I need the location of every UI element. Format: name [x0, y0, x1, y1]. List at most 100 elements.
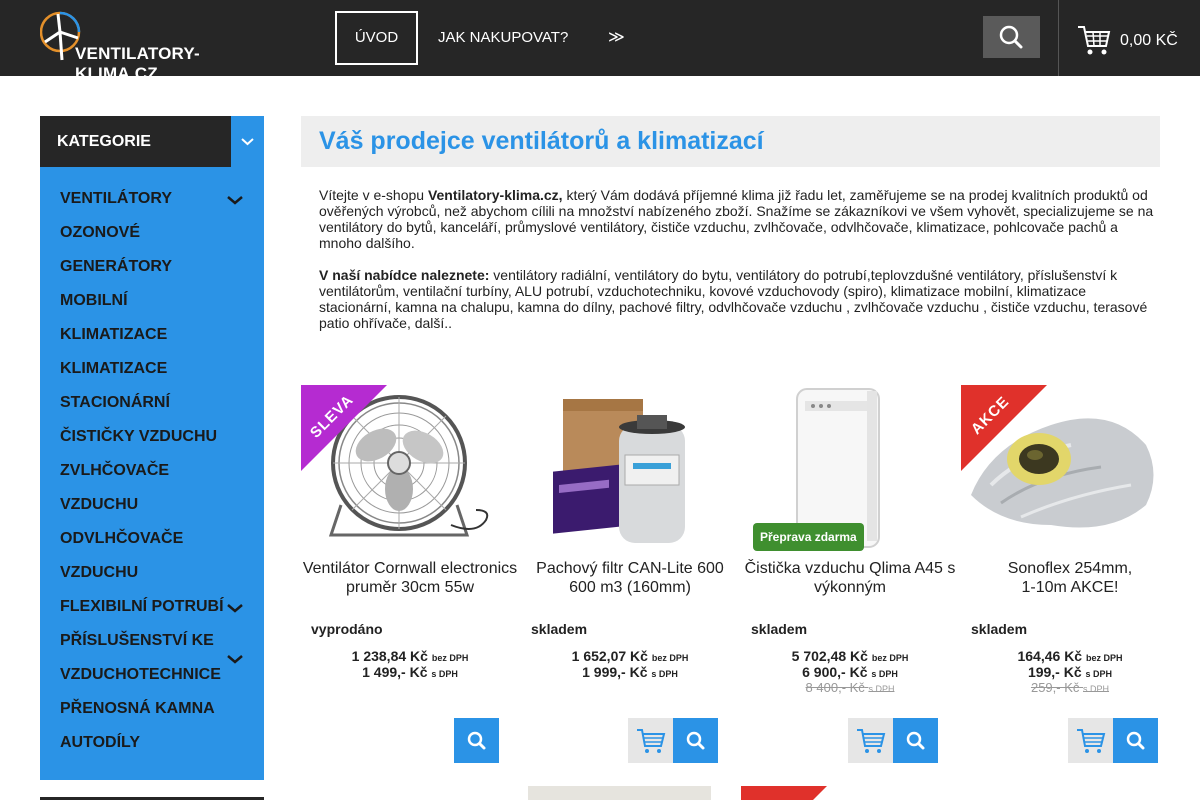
sidebar-item-klimatizace-2[interactable]: KLIMATIZACE — [60, 360, 167, 378]
price-inc-vat: 6 900,- Kč s DPH — [741, 664, 959, 680]
add-to-cart-button[interactable] — [628, 718, 673, 763]
next-row-ribbon — [741, 786, 827, 800]
product-name-text: Sonoflex 254mm, 1-10m AKCE! — [1007, 560, 1133, 596]
product-name[interactable]: Sonoflex 254mm, 1-10m AKCE! — [961, 559, 1179, 597]
search-icon — [906, 731, 925, 750]
price-ex-note: bez DPH — [431, 653, 469, 663]
sidebar-item-vzduchotechnice[interactable]: VZDUCHOTECHNICE — [60, 666, 221, 684]
search-button[interactable] — [983, 16, 1040, 58]
price-ex-note: bez DPH — [871, 653, 909, 663]
site-header: VENTILATORY-KLIMA.CZ ÚVOD JAK NAKUPOVAT?… — [0, 0, 1200, 83]
chevron-down-icon — [241, 138, 254, 146]
price-inc-vat: 1 499,- Kč s DPH — [301, 664, 519, 680]
product-card: Pachový filtr CAN-Lite 600 600 m3 (160mm… — [521, 385, 741, 765]
price-inc-note: s DPH — [651, 669, 678, 679]
intro-paragraph-2: V naší nabídce naleznete: ventilátory ra… — [319, 267, 1154, 331]
price-inc-value: 1 999,- Kč — [582, 664, 648, 680]
category-heading[interactable]: KATEGORIE — [40, 116, 231, 167]
search-icon — [467, 731, 486, 750]
nav-uvod[interactable]: ÚVOD — [335, 11, 418, 65]
product-name[interactable]: Pachový filtr CAN-Lite 600 600 m3 (160mm… — [521, 559, 739, 597]
price-ex-value: 164,46 Kč — [1017, 648, 1083, 664]
intro-p2-bold: V naší nabídce naleznete: — [319, 267, 490, 283]
sidebar-item-stacionarni[interactable]: STACIONÁRNÍ — [60, 394, 170, 412]
intro-paragraph-1: Vítejte v e-shopu Ventilatory-klima.cz, … — [319, 187, 1154, 251]
product-name[interactable]: Čistička vzduchu Qlima A45 s výkonným — [741, 559, 959, 597]
price-inc-note: s DPH — [431, 669, 458, 679]
detail-button[interactable] — [893, 718, 938, 763]
price-ex-value: 5 702,48 Kč — [791, 648, 868, 664]
next-row-product-image[interactable] — [528, 786, 711, 800]
detail-button[interactable] — [1113, 718, 1158, 763]
sidebar-item-prislusenstvi[interactable]: PŘÍSLUŠENSTVÍ KE — [60, 632, 214, 650]
cart-total[interactable]: 0,00 KČ — [1120, 32, 1178, 50]
price-ex-value: 1 238,84 Kč — [351, 648, 428, 664]
product-stock: skladem — [971, 621, 1028, 637]
sidebar-item-prenosna-kamna[interactable]: PŘENOSNÁ KAMNA — [60, 700, 215, 718]
logo-text: VENTILATORY-KLIMA.CZ — [75, 44, 200, 83]
sidebar-item-mobilni[interactable]: MOBILNÍ — [60, 292, 128, 310]
product-stock: skladem — [531, 621, 588, 637]
product-card: Přeprava zdarma Čistička vzduchu Qlima A… — [741, 385, 961, 765]
product-stock: vyprodáno — [311, 621, 383, 637]
price-inc-value: 199,- Kč — [1027, 664, 1082, 680]
search-icon — [686, 731, 705, 750]
page-title: Váš prodejce ventilátorů a klimatizací — [319, 127, 764, 155]
nav-jak-nakupovat[interactable]: JAK NAKUPOVAT? — [438, 11, 568, 65]
price-inc-value: 1 499,- Kč — [362, 664, 428, 680]
product-card: SLEVA Ventilátor Cornwall electronics pr… — [301, 385, 521, 765]
sidebar-item-odvlhcovace[interactable]: ODVLHČOVAČE — [60, 530, 183, 548]
price-inc-vat: 199,- Kč s DPH — [961, 664, 1179, 680]
sidebar-item-autodily[interactable]: AUTODÍLY — [60, 734, 140, 752]
sidebar-item-vzduchu-2[interactable]: VZDUCHU — [60, 564, 138, 582]
sidebar-item-vzduchu-1[interactable]: VZDUCHU — [60, 496, 138, 514]
header-divider — [1058, 0, 1059, 76]
cart-icon — [857, 729, 886, 753]
product-image-filter[interactable] — [521, 385, 721, 551]
price-ex-vat: 1 652,07 Kč bez DPH — [521, 648, 739, 664]
price-inc-value: 6 900,- Kč — [802, 664, 868, 680]
sidebar-item-generatory[interactable]: GENERÁTORY — [60, 258, 172, 276]
add-to-cart-button[interactable] — [1068, 718, 1113, 763]
product-name[interactable]: Ventilátor Cornwall electronics pruměr 3… — [301, 559, 519, 597]
sidebar-item-ventilatory[interactable]: VENTILÁTORY — [60, 190, 172, 208]
product-stock: skladem — [751, 621, 808, 637]
price-inc-note: s DPH — [871, 669, 898, 679]
price-ex-vat: 1 238,84 Kč bez DPH — [301, 648, 519, 664]
price-inc-note: s DPH — [1085, 669, 1113, 679]
price-inc-vat: 1 999,- Kč s DPH — [521, 664, 739, 680]
chevron-down-icon[interactable] — [226, 602, 244, 614]
sidebar-item-flexibilni-potrubi[interactable]: FLEXIBILNÍ POTRUBÍ — [60, 598, 224, 616]
chevron-down-icon[interactable] — [226, 653, 244, 665]
nav-more[interactable]: ≫ — [608, 11, 625, 65]
search-icon — [999, 25, 1023, 49]
sidebar-item-klimatizace-1[interactable]: KLIMATIZACE — [60, 326, 167, 344]
site-logo[interactable]: VENTILATORY-KLIMA.CZ — [39, 10, 280, 83]
category-toggle[interactable] — [231, 116, 264, 167]
price-ex-note: bez DPH — [1085, 653, 1123, 663]
price-old-note: s DPH — [1083, 684, 1110, 694]
cart-icon — [1077, 729, 1106, 753]
sidebar-item-zvlhcovace[interactable]: ZVLHČOVAČE — [60, 462, 169, 480]
price-ex-value: 1 652,07 Kč — [571, 648, 648, 664]
cart-icon — [637, 729, 666, 753]
detail-button[interactable] — [454, 718, 499, 763]
ribbon-sleva: SLEVA — [301, 385, 387, 471]
intro-p1-pre: Vítejte v e-shopu — [319, 187, 428, 203]
price-ex-vat: 164,46 Kč bez DPH — [961, 648, 1179, 664]
add-to-cart-button[interactable] — [848, 718, 893, 763]
price-old-note: s DPH — [868, 684, 895, 694]
sidebar-item-ozonove[interactable]: OZONOVÉ — [60, 224, 140, 242]
price-old: 8 400,- Kč s DPH — [741, 680, 959, 695]
ribbon-akce: AKCE — [961, 385, 1047, 471]
detail-button[interactable] — [673, 718, 718, 763]
chevron-down-icon[interactable] — [226, 194, 244, 206]
search-icon — [1126, 731, 1145, 750]
price-old: 259,- Kč s DPH — [961, 680, 1179, 695]
cart-icon[interactable] — [1076, 22, 1112, 58]
sidebar-item-cisticky[interactable]: ČISTIČKY VZDUCHU — [60, 428, 217, 446]
price-old-value: 8 400,- Kč — [805, 680, 865, 695]
price-ex-vat: 5 702,48 Kč bez DPH — [741, 648, 959, 664]
product-card: AKCE Sonoflex 254mm, 1-10m AKCE! skladem… — [961, 385, 1181, 765]
free-shipping-badge: Přeprava zdarma — [753, 523, 864, 551]
